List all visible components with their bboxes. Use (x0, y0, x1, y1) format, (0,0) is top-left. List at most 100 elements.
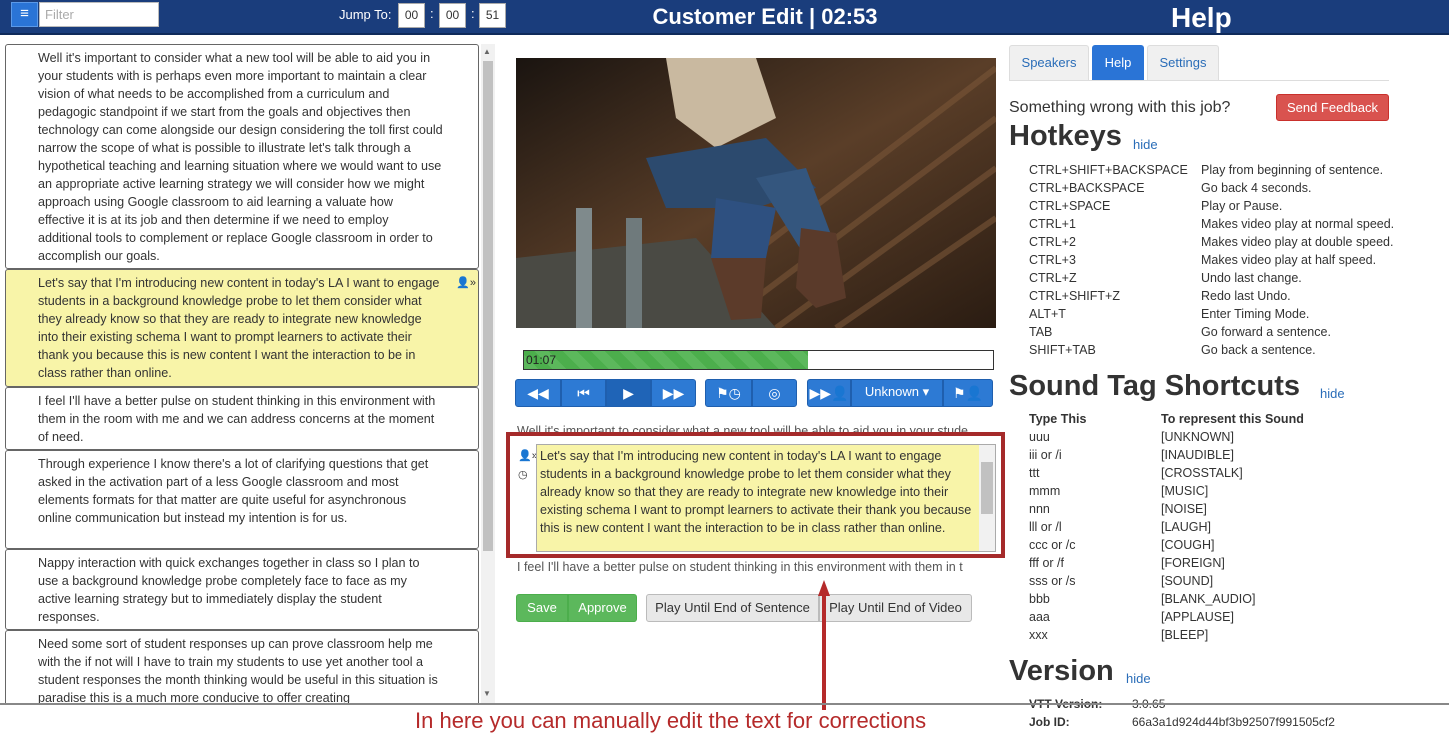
segment-item[interactable]: Through experience I know there's a lot … (5, 450, 479, 549)
hotkey-key: TAB (1029, 325, 1053, 339)
speaker-dropdown[interactable]: Unknown ▾ (851, 379, 943, 407)
jump-to-label: Jump To: (339, 7, 392, 22)
scroll-down-icon[interactable]: ▼ (483, 689, 491, 698)
hotkey-description: Enter Timing Mode. (1201, 307, 1310, 321)
hotkey-description: Play or Pause. (1201, 199, 1283, 213)
version-heading: Version (1009, 655, 1114, 687)
sound-type-shortcut: aaa (1029, 610, 1050, 624)
sound-tag: [MUSIC] (1161, 484, 1209, 498)
sound-tag: [BLANK_AUDIO] (1161, 592, 1256, 606)
segment-text: Nappy interaction with quick exchanges t… (38, 556, 420, 624)
hotkey-key: SHIFT+TAB (1029, 343, 1096, 357)
scroll-up-icon[interactable]: ▲ (483, 47, 491, 56)
flag-clock-button[interactable]: ⚑◷ (705, 379, 752, 407)
hotkey-description: Play from beginning of sentence. (1201, 163, 1384, 177)
sound-tag-hide-link[interactable]: hide (1320, 386, 1345, 401)
save-button[interactable]: Save (516, 594, 568, 622)
sound-tag: [UNKNOWN] (1161, 430, 1234, 444)
editor-scrollbar-thumb[interactable] (981, 462, 993, 514)
annotation-arrow-icon (818, 580, 830, 710)
menu-icon[interactable]: ≡ (11, 2, 38, 27)
sound-type-shortcut: xxx (1029, 628, 1048, 642)
sound-type-shortcut: ttt (1029, 466, 1040, 480)
play-until-end-of-video-button[interactable]: Play Until End of Video (819, 594, 972, 622)
segment-scrollbar-thumb[interactable] (483, 61, 493, 551)
playback-progress-bar[interactable]: 01:07 (523, 350, 994, 370)
speaker-icon[interactable]: 👤» (456, 274, 476, 292)
hotkey-description: Go back a sentence. (1201, 343, 1316, 357)
version-hide-link[interactable]: hide (1126, 671, 1151, 686)
speaker-icon[interactable]: 👤» (518, 449, 538, 462)
hotkey-key: CTRL+1 (1029, 217, 1076, 231)
segment-text: Need some sort of student responses up c… (38, 637, 438, 704)
transcript-editor[interactable]: Let's say that I'm introducing new conte… (536, 444, 996, 552)
segment-text: Through experience I know there's a lot … (38, 457, 429, 525)
segment-item[interactable]: Well it's important to consider what a n… (5, 44, 479, 269)
rewind-button[interactable]: ◀◀ (515, 379, 561, 407)
sound-type-shortcut: lll or /l (1029, 520, 1062, 534)
hotkey-description: Makes video play at half speed. (1201, 253, 1377, 267)
sound-tag: [NOISE] (1161, 502, 1207, 516)
sound-type-shortcut: uuu (1029, 430, 1050, 444)
segment-item-active[interactable]: Let's say that I'm introducing new conte… (5, 269, 479, 387)
time-separator: : (430, 6, 434, 21)
sound-type-shortcut: sss or /s (1029, 574, 1076, 588)
hotkey-key: CTRL+Z (1029, 271, 1077, 285)
represent-header: To represent this Sound (1161, 412, 1304, 426)
annotation-caption: In here you can manually edit the text f… (415, 708, 927, 733)
hotkey-key: CTRL+SHIFT+BACKSPACE (1029, 163, 1188, 177)
sound-type-shortcut: iii or /i (1029, 448, 1062, 462)
tab-settings[interactable]: Settings (1147, 45, 1219, 80)
hotkey-key: CTRL+2 (1029, 235, 1076, 249)
hotkeys-hide-link[interactable]: hide (1133, 137, 1158, 152)
segment-text: Well it's important to consider what a n… (38, 51, 443, 263)
hotkey-description: Makes video play at double speed. (1201, 235, 1394, 249)
jump-minutes-input[interactable]: 00 (439, 3, 466, 28)
hotkeys-heading: Hotkeys (1009, 120, 1122, 152)
bottom-divider (0, 703, 1449, 705)
play-button[interactable]: ▶ (606, 379, 651, 407)
jump-seconds-input[interactable]: 51 (479, 3, 506, 28)
sound-tag: [CROSSTALK] (1161, 466, 1243, 480)
sound-tag: [BLEEP] (1161, 628, 1209, 642)
hotkey-key: CTRL+SHIFT+Z (1029, 289, 1120, 303)
segment-item[interactable]: I feel I'll have a better pulse on stude… (5, 387, 479, 450)
job-id-label: Job ID: (1029, 715, 1070, 729)
time-separator: : (471, 6, 475, 21)
jump-hours-input[interactable]: 00 (398, 3, 425, 28)
next-speaker-button[interactable]: ▶▶👤 (807, 379, 851, 407)
hotkey-description: Undo last change. (1201, 271, 1302, 285)
progress-fill (524, 351, 809, 369)
approve-button[interactable]: Approve (568, 594, 637, 622)
filter-input[interactable] (39, 2, 159, 27)
timer-button[interactable]: ◎ (752, 379, 797, 407)
flag-speaker-button[interactable]: ⚑👤 (943, 379, 993, 407)
progress-time-label: 01:07 (526, 353, 557, 367)
sound-type-shortcut: bbb (1029, 592, 1050, 606)
video-player[interactable] (516, 58, 996, 328)
sound-type-shortcut: nnn (1029, 502, 1050, 516)
tab-help[interactable]: Help (1092, 45, 1144, 80)
sound-tag: [SOUND] (1161, 574, 1214, 588)
send-feedback-button[interactable]: Send Feedback (1276, 94, 1389, 121)
next-sentence-context: I feel I'll have a better pulse on stude… (517, 560, 963, 574)
sound-tag: [APPLAUSE] (1161, 610, 1234, 624)
segment-item[interactable]: Need some sort of student responses up c… (5, 630, 479, 704)
skip-back-button[interactable]: ⏮ (561, 379, 606, 407)
page-title: Customer Edit | 02:53 (652, 4, 878, 29)
segment-text: I feel I'll have a better pulse on stude… (38, 394, 436, 444)
segment-item[interactable]: Nappy interaction with quick exchanges t… (5, 549, 479, 630)
hotkey-description: Redo last Undo. (1201, 289, 1291, 303)
clock-icon[interactable]: ◷ (518, 468, 528, 481)
sound-type-shortcut: fff or /f (1029, 556, 1064, 570)
hotkey-key: CTRL+SPACE (1029, 199, 1111, 213)
sound-tag: [INAUDIBLE] (1161, 448, 1234, 462)
play-until-end-of-sentence-button[interactable]: Play Until End of Sentence (646, 594, 819, 622)
top-bar: ≡ Jump To: 00 : 00 : 51 Customer Edit | … (0, 0, 1449, 35)
job-id-value: 66a3a1d924d44bf3b92507f991505cf2 (1132, 715, 1335, 729)
tab-speakers[interactable]: Speakers (1009, 45, 1089, 80)
hotkey-key: ALT+T (1029, 307, 1066, 321)
fast-forward-button[interactable]: ▶▶ (651, 379, 696, 407)
tab-divider (1009, 80, 1389, 81)
segment-list: Well it's important to consider what a n… (5, 44, 480, 704)
